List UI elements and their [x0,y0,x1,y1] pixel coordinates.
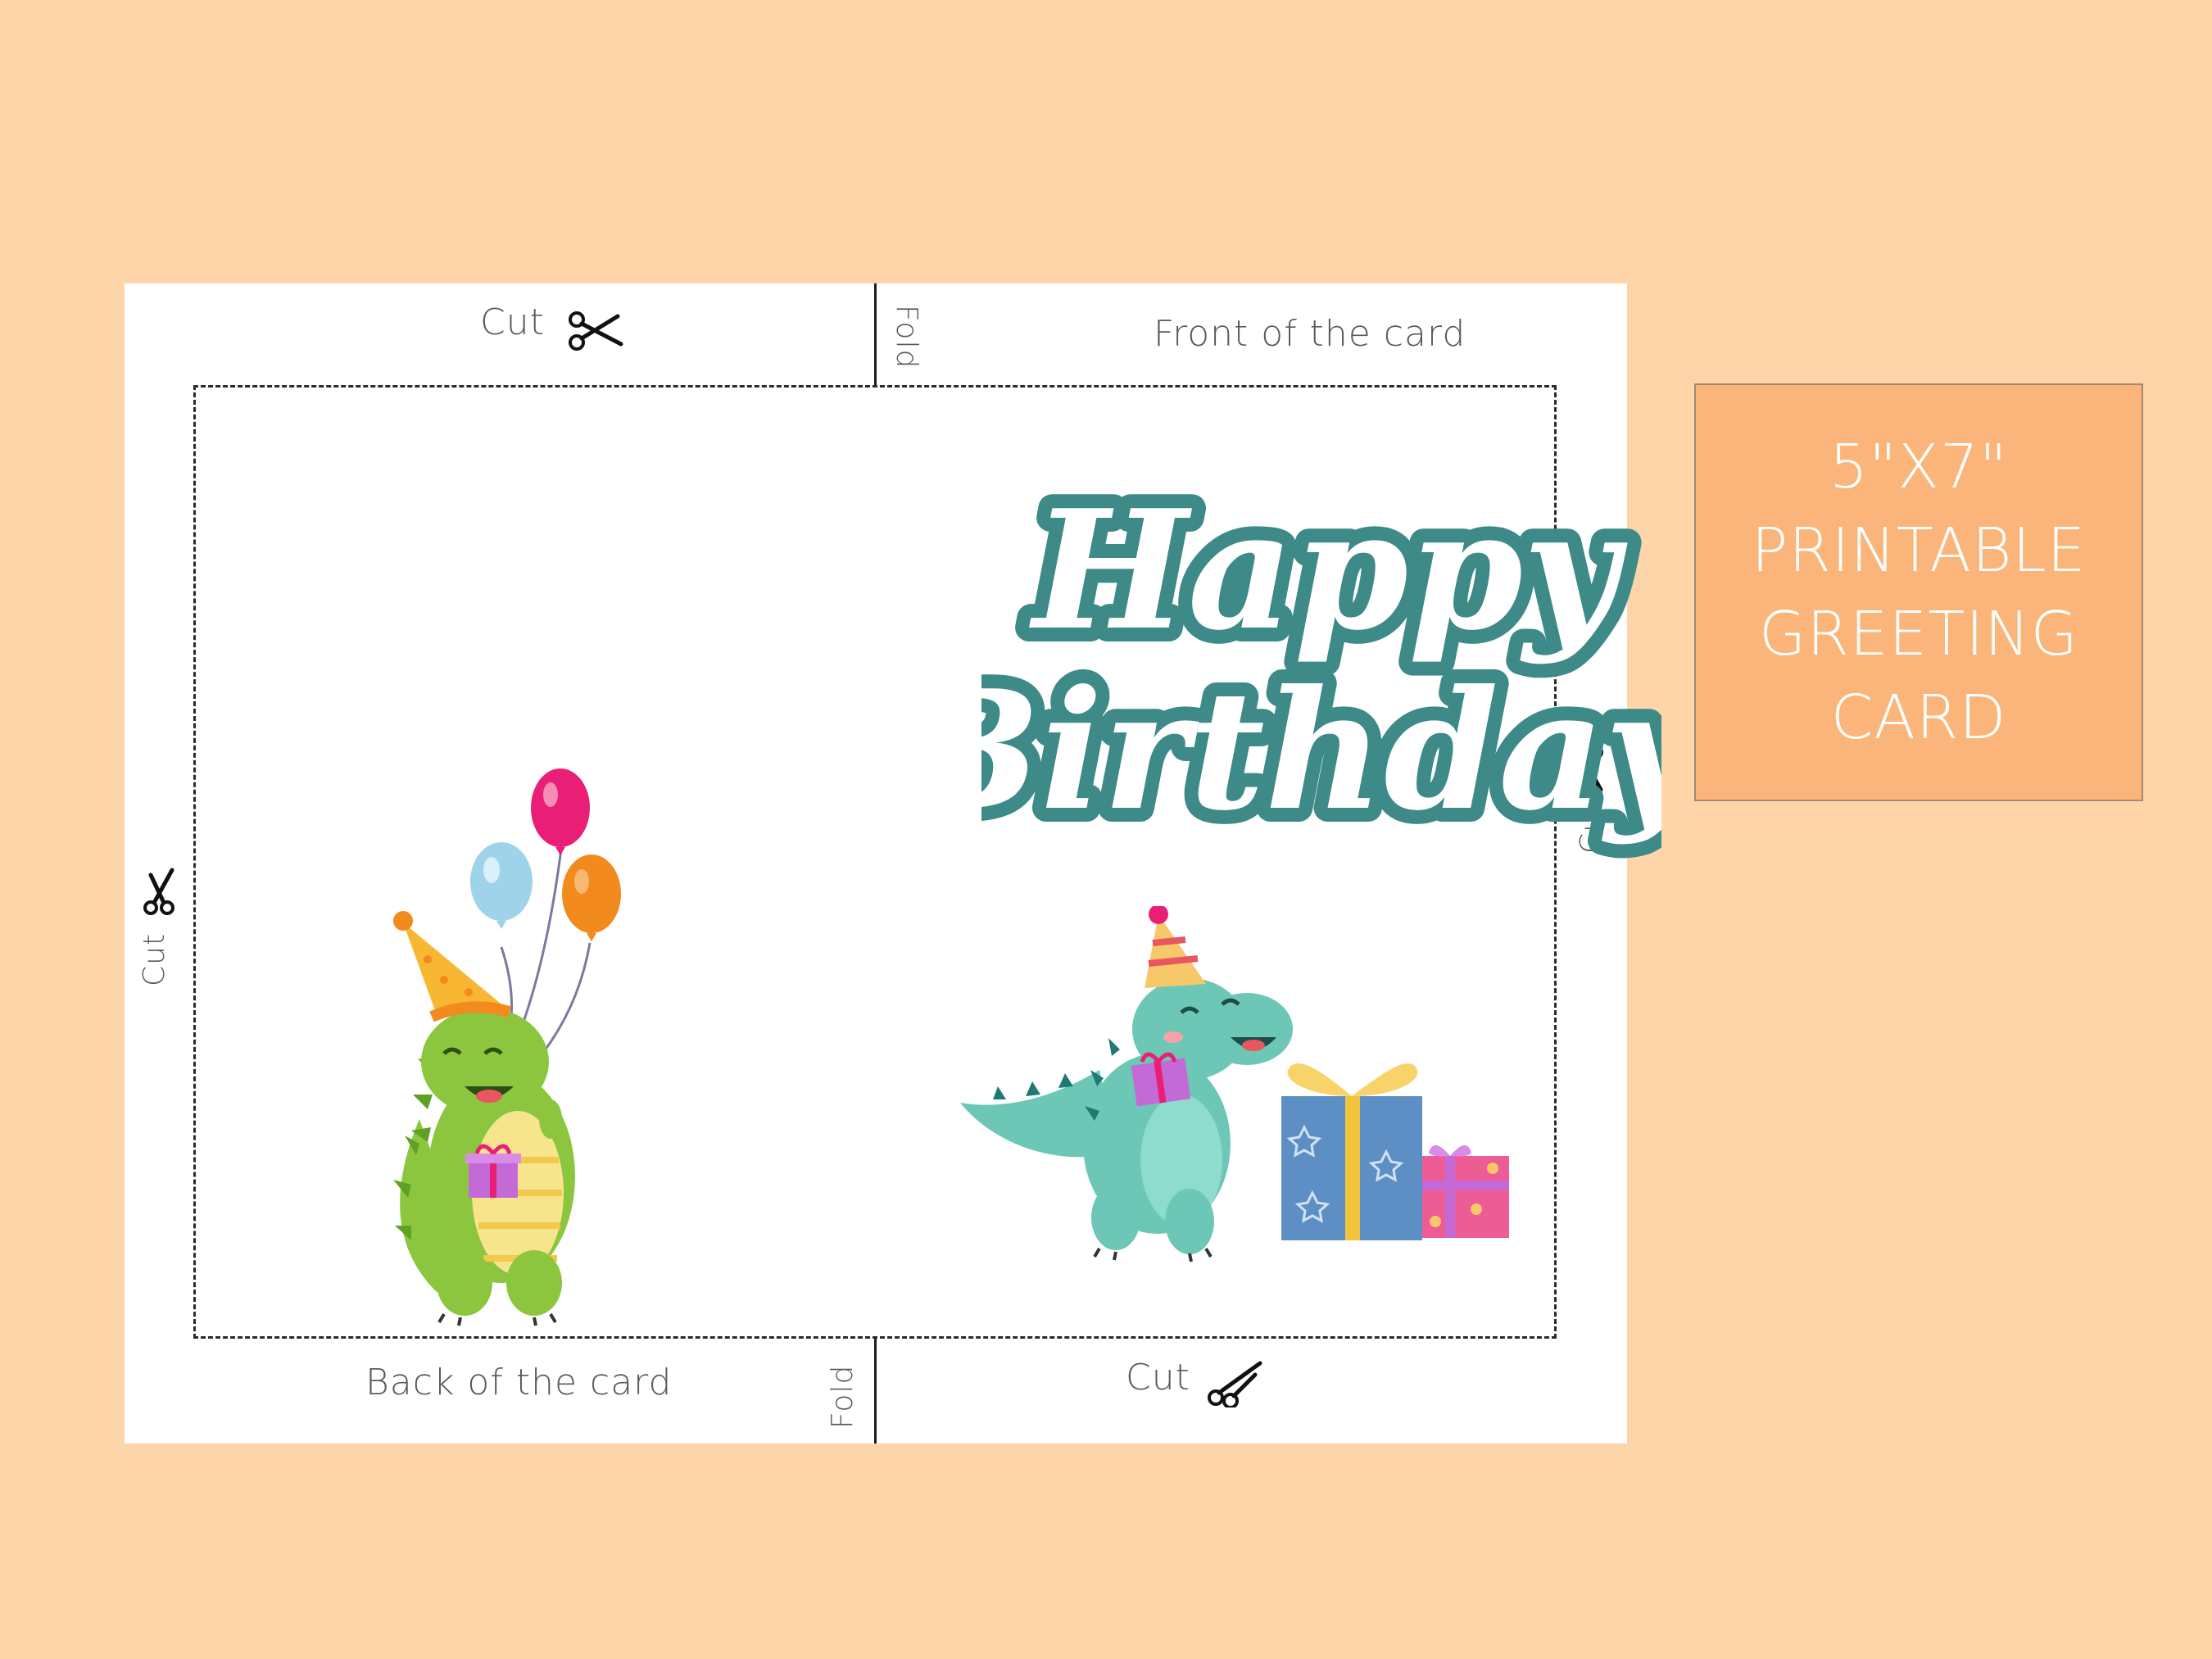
badge-printable: PRINTABLE [1751,515,2087,586]
gift-icon [1422,1145,1509,1238]
party-hat-icon [393,911,511,1022]
fold-line-bottom [874,1339,877,1444]
cut-label-bottom: Cut [1126,1357,1190,1398]
badge-card: CARD [1830,682,2007,753]
printable-card-badge: 5"X7" PRINTABLE GREETING CARD [1694,383,2143,801]
party-hat-icon [1145,906,1206,988]
fold-label-top: Fold [890,305,923,369]
balloon-icon [470,842,533,929]
title-line2: Birthday [981,655,1661,847]
scissors-icon [143,868,175,915]
scissors-icon [1208,1361,1262,1407]
front-of-card-label: Front of the card [1154,313,1466,355]
teal-dino-with-gifts [960,906,1509,1262]
gift-icon [1281,1063,1422,1240]
printable-card-sheet: Cut Fold Front of the card Cut Cut Back … [125,283,1661,1444]
title-line1: Happy [1029,474,1628,667]
badge-greeting: GREETING [1759,599,2078,669]
cut-label-top: Cut [480,301,545,343]
green-dino-with-balloons [393,768,621,1326]
balloon-icon [531,768,590,855]
fold-line-top [874,283,877,385]
balloon-icon [562,854,621,941]
gift-icon [465,1144,521,1198]
badge-size: 5"X7" [1829,432,2008,502]
happy-birthday-title: Happy Happy Birthday Birthday [981,460,1661,861]
scissors-icon [569,311,623,351]
cut-label-left: Cut [138,932,171,986]
fold-label-bottom: Fold [826,1364,859,1429]
